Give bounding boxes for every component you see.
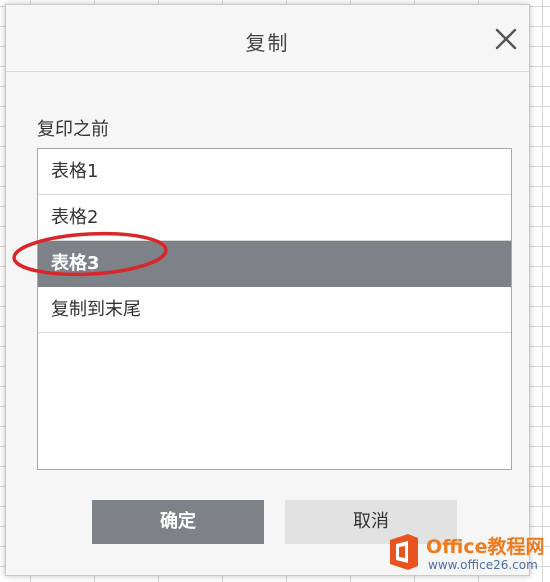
list-item-move-to-end[interactable]: 复制到末尾 xyxy=(38,287,511,333)
list-item-sheet2[interactable]: 表格2 xyxy=(38,195,511,241)
dialog-title: 复制 xyxy=(245,31,290,55)
office-logo-icon xyxy=(390,534,418,570)
copy-sheet-dialog: 复制 复印之前 表格1 表格2 表格3 复制到末尾 确定 取消 xyxy=(5,4,530,576)
list-item-sheet1[interactable]: 表格1 xyxy=(38,149,511,195)
dialog-titlebar: 复制 xyxy=(6,5,529,72)
watermark: Office教程网 www.office26.com xyxy=(386,528,550,582)
watermark-url: www.office26.com xyxy=(428,558,538,572)
list-item-sheet3[interactable]: 表格3 xyxy=(38,241,511,287)
insert-before-label: 复印之前 xyxy=(37,119,109,140)
close-icon[interactable] xyxy=(494,27,518,51)
sheet-list: 表格1 表格2 表格3 复制到末尾 xyxy=(37,148,512,470)
watermark-name: Office教程网 xyxy=(426,536,545,558)
ok-button[interactable]: 确定 xyxy=(92,500,264,544)
